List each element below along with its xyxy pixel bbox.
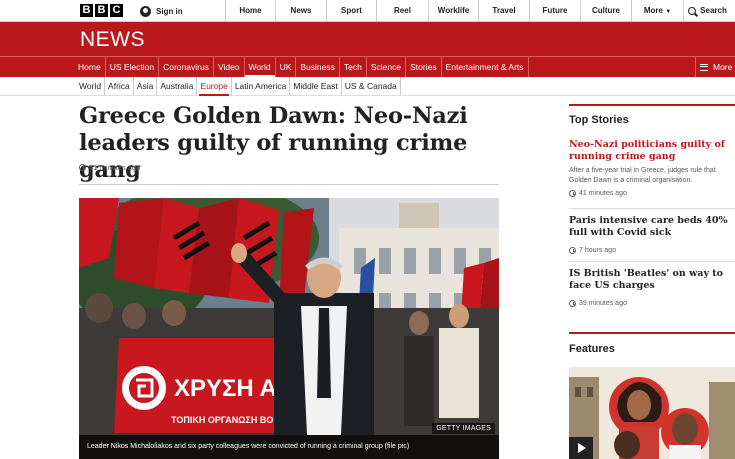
search-icon [688,7,697,15]
story-time-text: 7 hours ago [579,247,616,254]
subnav-item-middle-east[interactable]: Middle East [290,77,342,95]
nav-item-tech[interactable]: Tech [340,57,367,77]
story-divider [569,261,735,262]
story-timestamp: 41 minutes ago [569,190,731,197]
subnav-items: World Africa Asia Australia Europe Latin Amer… [76,77,401,96]
subnav-item-asia[interactable]: Asia [134,77,158,95]
global-nav-future[interactable]: Future [529,0,580,22]
story-time-text: 39 minutes ago [579,300,627,307]
subnav-item-europe[interactable]: Europe [197,77,232,96]
nav-item-uk[interactable]: UK [276,57,297,77]
search-label: Search [700,6,727,15]
nav-item-us-election[interactable]: US Election [106,57,160,77]
story-summary: After a five-year trial in Greece, judge… [569,167,716,184]
article-timestamp: 41 minutes ago [79,163,140,172]
global-navigation-bar: B B C Sign in Home News Sport Reel Workl… [0,0,735,22]
story-headline[interactable]: IS British 'Beatles' on way to face US c… [569,268,731,292]
story-headline[interactable]: Paris intensive care beds 40% full with … [569,215,731,239]
global-nav-more-label: More [643,6,663,15]
top-story-item[interactable]: Paris intensive care beds 40% full with … [569,215,731,254]
nav-item-stories[interactable]: Stories [406,57,442,77]
top-stories-title: Top Stories [569,114,629,126]
subnav-item-australia[interactable]: Australia [157,77,198,95]
story-time-text: 41 minutes ago [579,190,627,197]
article-headline: Greece Golden Dawn: Neo-Nazi leaders gui… [79,103,468,183]
play-icon[interactable] [569,437,593,459]
bbc-logo-letter: C [110,4,123,17]
clock-icon [569,300,576,307]
news-logo[interactable]: NEWS [80,28,145,52]
banner-text: ΧΡΥΣΗ ΑΥ [174,375,291,402]
global-nav-sport[interactable]: Sport [326,0,376,22]
global-nav-news[interactable]: News [275,0,326,22]
rally-photo-illustration: ΧΡΥΣΗ ΑΥ ΤΟΠΙΚΗ ΟΡΓΑΝΩΣΗ ΒΟΡΕΙΩΝ [79,198,499,459]
global-nav-worklife[interactable]: Worklife [428,0,478,22]
subnav-item-world[interactable]: World [76,77,106,95]
subnav-item-africa[interactable]: Africa [105,77,134,95]
nav-item-coronavirus[interactable]: Coronavirus [159,57,214,77]
subnav-item-latin-america[interactable]: Latin America [232,77,291,95]
article-main-image: ΧΡΥΣΗ ΑΥ ΤΟΠΙΚΗ ΟΡΓΑΝΩΣΗ ΒΟΡΕΙΩΝ GETTY I… [79,198,499,459]
global-nav-culture[interactable]: Culture [580,0,631,22]
global-nav-travel[interactable]: Travel [478,0,529,22]
features-rule [569,332,735,334]
headline-divider [79,184,499,185]
bbc-logo-letter: B [95,4,108,17]
feature-photo-illustration [569,367,735,459]
nav-item-video[interactable]: Video [214,57,245,77]
clock-icon [79,164,86,171]
chevron-down-icon: ▼ [665,9,672,15]
clock-icon [569,247,576,254]
top-story-item[interactable]: Neo-Nazi politicians guilty of running c… [569,139,731,197]
world-subnavigation: World Africa Asia Australia Europe Latin Amer… [0,77,735,96]
global-nav-more[interactable]: More ▼ [631,0,683,22]
global-nav-reel[interactable]: Reel [376,0,428,22]
global-nav-links: Home News Sport Reel Worklife Travel Fut… [225,0,731,22]
story-timestamp: 7 hours ago [569,247,731,254]
story-divider [569,208,735,209]
story-timestamp: 39 minutes ago [569,300,731,307]
top-story-item[interactable]: IS British 'Beatles' on way to face US c… [569,268,731,307]
top-stories-rule [569,104,735,106]
news-nav-items: Home US Election Coronavirus Video World UK Bu… [78,57,529,77]
nav-item-science[interactable]: Science [367,57,407,77]
sign-in-button[interactable]: Sign in [140,0,183,22]
subnav-item-us-canada[interactable]: US & Canada [342,77,401,95]
bbc-logo[interactable]: B B C [80,4,123,17]
nav-item-business[interactable]: Business [296,57,340,77]
global-nav-home[interactable]: Home [225,0,275,22]
feature-image[interactable] [569,367,735,459]
nav-item-world[interactable]: World [244,57,276,77]
user-icon [140,5,151,17]
search-button[interactable]: Search [683,0,731,22]
nav-item-home[interactable]: Home [78,57,106,77]
clock-icon [569,190,576,197]
nav-item-entertainment-arts[interactable]: Entertainment & Arts [442,57,529,77]
features-title: Features [569,343,615,355]
menu-icon [700,63,708,71]
more-label: More [713,62,733,72]
image-credit: GETTY IMAGES [432,423,495,434]
timestamp-text: 41 minutes ago [89,163,141,172]
news-navigation: Home US Election Coronavirus Video World UK Bu… [0,56,735,77]
story-headline[interactable]: Neo-Nazi politicians guilty of running c… [569,139,731,163]
more-menu-button[interactable]: More [695,57,735,77]
sign-in-label: Sign in [156,6,183,16]
bbc-logo-letter: B [80,4,93,17]
image-caption: Leader Nikos Michaloliakos and six party… [79,435,499,459]
